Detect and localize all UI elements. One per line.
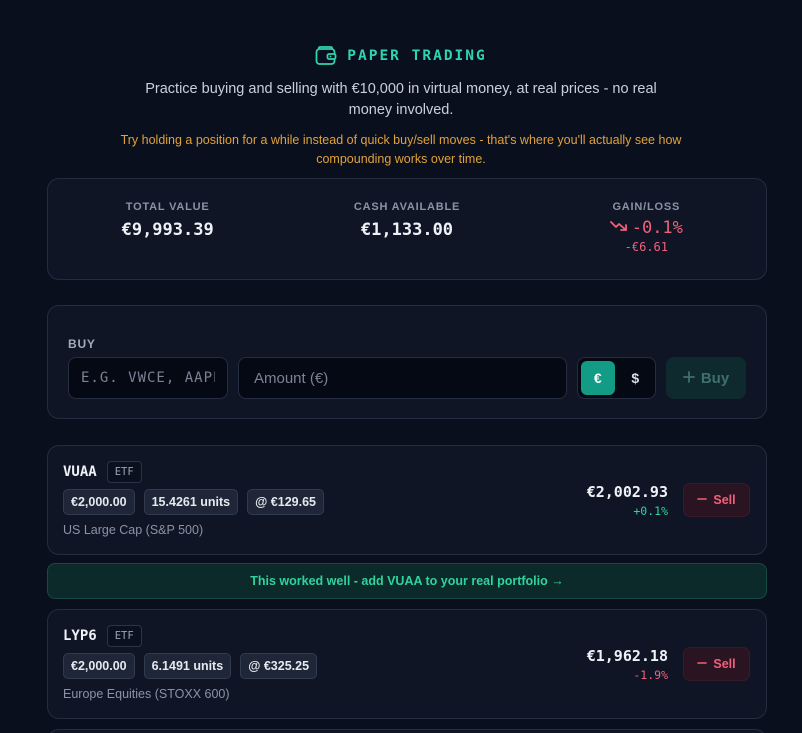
price-chip: @ €325.25: [240, 653, 318, 679]
wallet-icon: [315, 46, 337, 66]
gain-loss-label: GAIN/LOSS: [612, 201, 681, 213]
invested-chip: €2,000.00: [63, 653, 135, 679]
total-value-stat: TOTAL VALUE €9,993.39: [48, 179, 287, 279]
cash-available-stat: CASH AVAILABLE €1,133.00: [287, 179, 526, 279]
header: PAPER TRADING Practice buying and sellin…: [0, 46, 802, 169]
paper-trading-page: PAPER TRADING Practice buying and sellin…: [0, 0, 802, 733]
position-description: US Large Cap (S&P 500): [63, 523, 204, 537]
currency-eur-button[interactable]: €: [581, 361, 615, 395]
total-value: €9,993.39: [121, 220, 214, 240]
price-chip: @ €129.65: [247, 489, 324, 515]
ticker-input[interactable]: [68, 357, 228, 399]
position-header: VUAA ETF: [63, 461, 142, 483]
portfolio-summary: TOTAL VALUE €9,993.39 CASH AVAILABLE €1,…: [47, 178, 767, 280]
position-card: LYP6 ETF €2,000.00 6.1491 units @ €325.2…: [47, 609, 767, 719]
page-title: PAPER TRADING: [347, 48, 487, 64]
buy-label: BUY: [68, 337, 96, 351]
trending-down-icon: [609, 219, 628, 238]
sell-button-label: Sell: [713, 657, 736, 671]
total-value-label: TOTAL VALUE: [125, 201, 210, 213]
buy-form: BUY € $ Buy: [47, 305, 767, 419]
title-row: PAPER TRADING: [0, 46, 802, 66]
position-value: €1,962.18: [586, 647, 668, 665]
page-subtitle: Practice buying and selling with €10,000…: [145, 81, 657, 118]
gain-loss-percent: -0.1%: [631, 218, 683, 238]
holding-tip: Try holding a position for a while inste…: [120, 133, 682, 166]
buy-button-label: Buy: [700, 369, 730, 387]
sell-button-label: Sell: [713, 493, 736, 507]
gain-loss-row: -0.1%: [527, 218, 766, 238]
position-ticker: VUAA: [63, 464, 97, 480]
position-ticker: LYP6: [63, 628, 97, 644]
position-value: €2,002.93: [586, 483, 668, 501]
gain-loss-stat: GAIN/LOSS -0.1% -€6.61: [527, 179, 766, 279]
position-change: +0.1%: [633, 504, 668, 518]
position-card-partial: [47, 729, 767, 733]
buy-button[interactable]: Buy: [666, 357, 746, 399]
cash-available-value: €1,133.00: [360, 220, 454, 240]
position-details: €2,000.00 15.4261 units @ €129.65: [63, 489, 324, 515]
invested-chip: €2,000.00: [63, 489, 135, 515]
sell-button[interactable]: Sell: [683, 647, 750, 681]
units-chip: 15.4261 units: [143, 489, 239, 515]
plus-icon: [682, 370, 695, 387]
position-details: €2,000.00 6.1491 units @ €325.25: [63, 653, 318, 679]
position-card: VUAA ETF €2,000.00 15.4261 units @ €129.…: [47, 445, 767, 555]
position-description: Europe Equities (STOXX 600): [63, 687, 230, 701]
position-type-badge: ETF: [106, 625, 142, 647]
minus-icon: [697, 657, 708, 671]
currency-usd-button[interactable]: $: [619, 361, 653, 395]
amount-input[interactable]: [238, 357, 567, 399]
position-header: LYP6 ETF: [63, 625, 142, 647]
currency-toggle: € $: [577, 357, 656, 399]
position-type-badge: ETF: [106, 461, 142, 483]
gain-loss-absolute: -€6.61: [624, 240, 668, 254]
cash-available-label: CASH AVAILABLE: [353, 201, 461, 213]
sell-button[interactable]: Sell: [683, 483, 750, 517]
units-chip: 6.1491 units: [143, 653, 232, 679]
real-portfolio-banner[interactable]: This worked well - add VUAA to your real…: [47, 563, 767, 599]
minus-icon: [697, 493, 708, 507]
position-change: -1.9%: [633, 668, 668, 682]
